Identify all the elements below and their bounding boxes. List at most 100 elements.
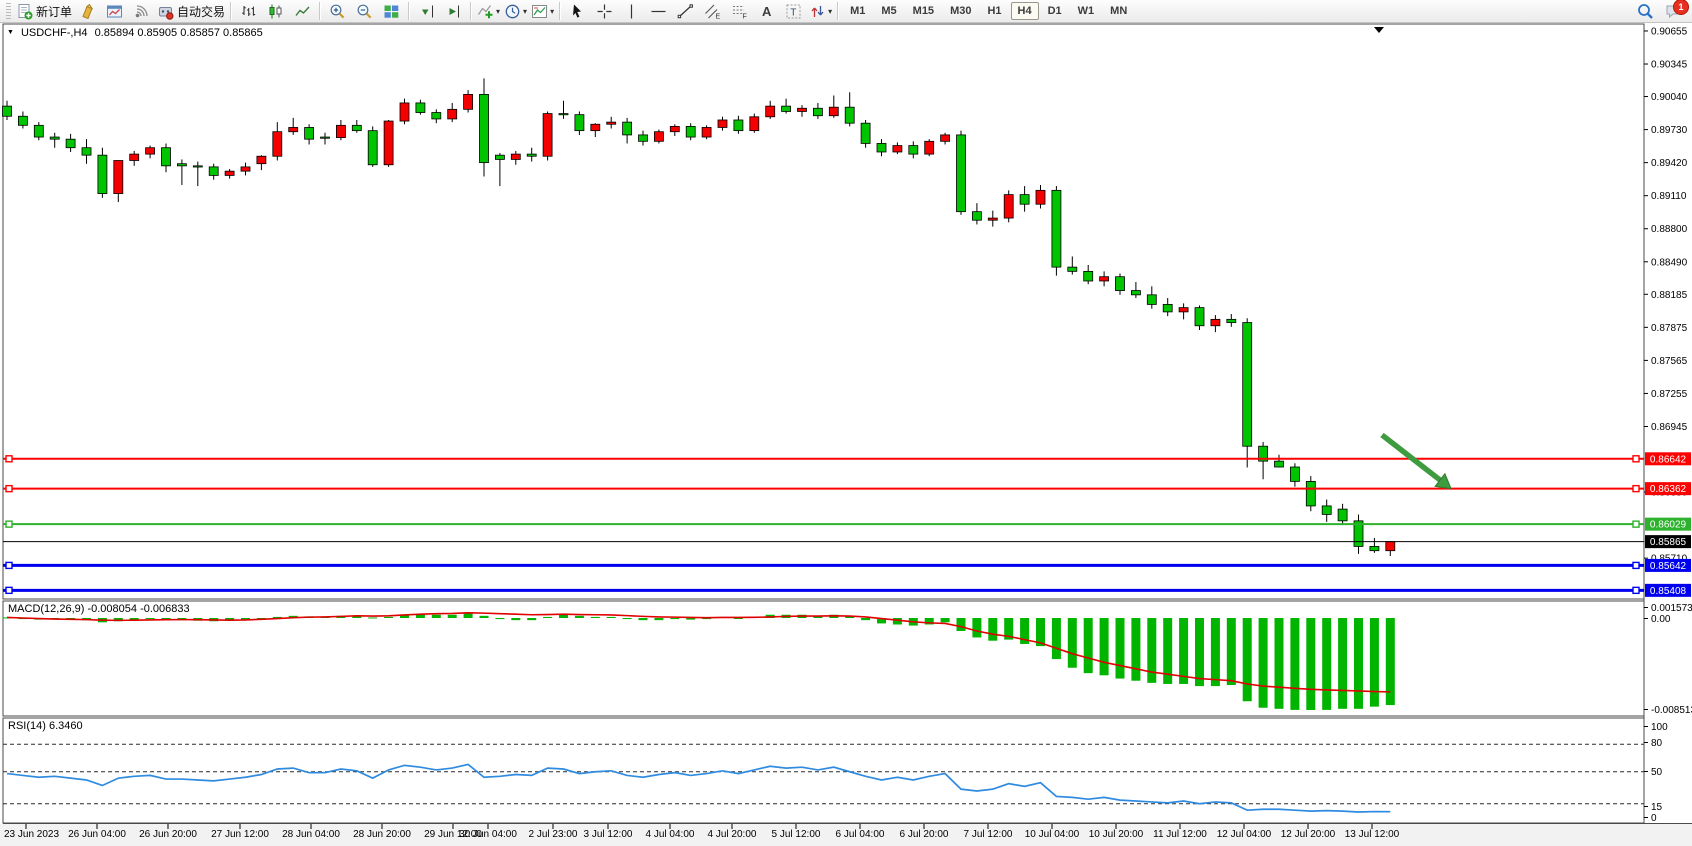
time-label: 6 Jul 20:00 bbox=[900, 829, 949, 840]
macd-histogram-bar bbox=[1322, 618, 1331, 710]
rsi-pane[interactable] bbox=[3, 718, 1644, 823]
rsi-scale-label: 50 bbox=[1651, 767, 1663, 778]
line-handle[interactable] bbox=[6, 521, 12, 527]
templates-caret-icon[interactable]: ▾ bbox=[550, 7, 554, 16]
timeframe-d1-button[interactable]: D1 bbox=[1041, 2, 1069, 20]
toolbar-separator bbox=[837, 2, 839, 20]
line-handle[interactable] bbox=[6, 486, 12, 492]
fibonacci-retracement-button[interactable]: F bbox=[726, 1, 753, 22]
search-button[interactable] bbox=[1634, 1, 1656, 22]
arrows-button[interactable]: ▾ bbox=[807, 1, 834, 22]
candle-body bbox=[686, 126, 695, 137]
candle-body bbox=[321, 137, 330, 138]
svg-text:T: T bbox=[790, 7, 796, 18]
line-chart-button[interactable] bbox=[289, 1, 316, 22]
timeframe-h1-button[interactable]: H1 bbox=[980, 2, 1008, 20]
trendline-icon bbox=[677, 3, 694, 20]
zoom-out-button[interactable] bbox=[351, 1, 378, 22]
indicators-caret-icon[interactable]: ▾ bbox=[496, 7, 500, 16]
line-handle[interactable] bbox=[6, 587, 12, 593]
crosshair-button[interactable] bbox=[591, 1, 618, 22]
candlestick-chart-icon bbox=[267, 3, 284, 20]
timeframe-m30-button[interactable]: M30 bbox=[943, 2, 978, 20]
text-label-button[interactable]: T bbox=[780, 1, 807, 22]
level-price-label: 0.86642 bbox=[1650, 454, 1687, 465]
timeframe-m5-button[interactable]: M5 bbox=[874, 2, 903, 20]
timeframe-m1-button[interactable]: M1 bbox=[843, 2, 872, 20]
chevron-down-icon[interactable]: ▼ bbox=[7, 29, 14, 36]
styler-button[interactable] bbox=[74, 1, 101, 22]
market-watch-button[interactable] bbox=[101, 1, 128, 22]
chart-canvas[interactable]: 0.906550.903450.900400.897300.894200.891… bbox=[0, 23, 1692, 846]
periods-button[interactable]: ▾ bbox=[502, 1, 529, 22]
new-order-button[interactable]: 新订单 bbox=[14, 1, 74, 22]
candle-body bbox=[670, 126, 679, 131]
trendline-button[interactable] bbox=[672, 1, 699, 22]
chart-area[interactable]: ▼ USDCHF-,H4 0.85894 0.85905 0.85857 0.8… bbox=[0, 23, 1692, 846]
candle-body bbox=[1179, 308, 1188, 312]
candlestick-chart-button[interactable] bbox=[262, 1, 289, 22]
templates-button[interactable]: ▾ bbox=[529, 1, 556, 22]
bar-chart-button[interactable] bbox=[235, 1, 262, 22]
candle-body bbox=[400, 103, 409, 121]
rsi-scale-label: 0 bbox=[1651, 813, 1657, 824]
macd-scale-label: -0.008513 bbox=[1651, 705, 1692, 716]
chart-shift-button[interactable] bbox=[440, 1, 467, 22]
line-handle[interactable] bbox=[6, 562, 12, 568]
macd-histogram-bar bbox=[1275, 618, 1284, 709]
macd-histogram-bar bbox=[432, 615, 441, 618]
line-handle[interactable] bbox=[1633, 486, 1639, 492]
timeframe-mn-button[interactable]: MN bbox=[1103, 2, 1134, 20]
cursor-button[interactable] bbox=[564, 1, 591, 22]
macd-histogram-bar bbox=[1306, 618, 1315, 710]
candle-body bbox=[66, 139, 75, 148]
horizontal-line-button[interactable] bbox=[645, 1, 672, 22]
algo-trading-button[interactable]: 自动交易 bbox=[155, 1, 227, 22]
equidistant-channel-button[interactable]: E bbox=[699, 1, 726, 22]
candle-body bbox=[1195, 308, 1204, 326]
line-handle[interactable] bbox=[1633, 587, 1639, 593]
vertical-line-button[interactable] bbox=[618, 1, 645, 22]
timeframe-h4-button[interactable]: H4 bbox=[1011, 2, 1039, 20]
candle-body bbox=[909, 146, 918, 155]
bar-chart-icon bbox=[240, 3, 257, 20]
candle-body bbox=[34, 125, 43, 137]
rsi-scale-label: 80 bbox=[1651, 738, 1663, 749]
macd-histogram-bar bbox=[384, 617, 393, 618]
line-handle[interactable] bbox=[1633, 456, 1639, 462]
candle-body bbox=[257, 156, 266, 163]
zoom-in-button[interactable] bbox=[324, 1, 351, 22]
tile-windows-button[interactable] bbox=[378, 1, 405, 22]
macd-histogram-bar bbox=[1179, 618, 1188, 684]
toolbar-separator bbox=[230, 2, 232, 20]
indicators-button[interactable]: ▾ bbox=[475, 1, 502, 22]
candle-body bbox=[1227, 319, 1236, 322]
new-order-label: 新订单 bbox=[36, 3, 72, 20]
chart-symbol-info[interactable]: ▼ USDCHF-,H4 0.85894 0.85905 0.85857 0.8… bbox=[7, 27, 263, 39]
timeframe-w1-button[interactable]: W1 bbox=[1071, 2, 1102, 20]
price-pane[interactable] bbox=[3, 24, 1644, 599]
text-button[interactable]: A bbox=[753, 1, 780, 22]
notifications-button[interactable]: 1 bbox=[1662, 1, 1684, 22]
macd-histogram-bar bbox=[1211, 618, 1220, 686]
timeframe-m15-button[interactable]: M15 bbox=[906, 2, 941, 20]
time-label: 26 Jun 04:00 bbox=[68, 829, 126, 840]
line-handle[interactable] bbox=[6, 456, 12, 462]
auto-scroll-button[interactable] bbox=[413, 1, 440, 22]
macd-histogram-bar bbox=[1068, 618, 1077, 668]
macd-histogram-bar bbox=[1227, 618, 1236, 685]
candle-body bbox=[416, 103, 425, 113]
candle-body bbox=[1370, 546, 1379, 550]
svg-text:A: A bbox=[762, 4, 772, 19]
signals-button[interactable] bbox=[128, 1, 155, 22]
candle-body bbox=[893, 146, 902, 152]
time-label: 26 Jun 20:00 bbox=[139, 829, 197, 840]
line-handle[interactable] bbox=[1633, 521, 1639, 527]
candle-body bbox=[1004, 195, 1013, 218]
periods-caret-icon[interactable]: ▾ bbox=[523, 7, 527, 16]
macd-histogram-bar bbox=[146, 618, 155, 619]
arrows-caret-icon[interactable]: ▾ bbox=[828, 7, 832, 16]
candle-body bbox=[384, 121, 393, 165]
time-label: 12 Jul 04:00 bbox=[1217, 829, 1272, 840]
line-handle[interactable] bbox=[1633, 562, 1639, 568]
